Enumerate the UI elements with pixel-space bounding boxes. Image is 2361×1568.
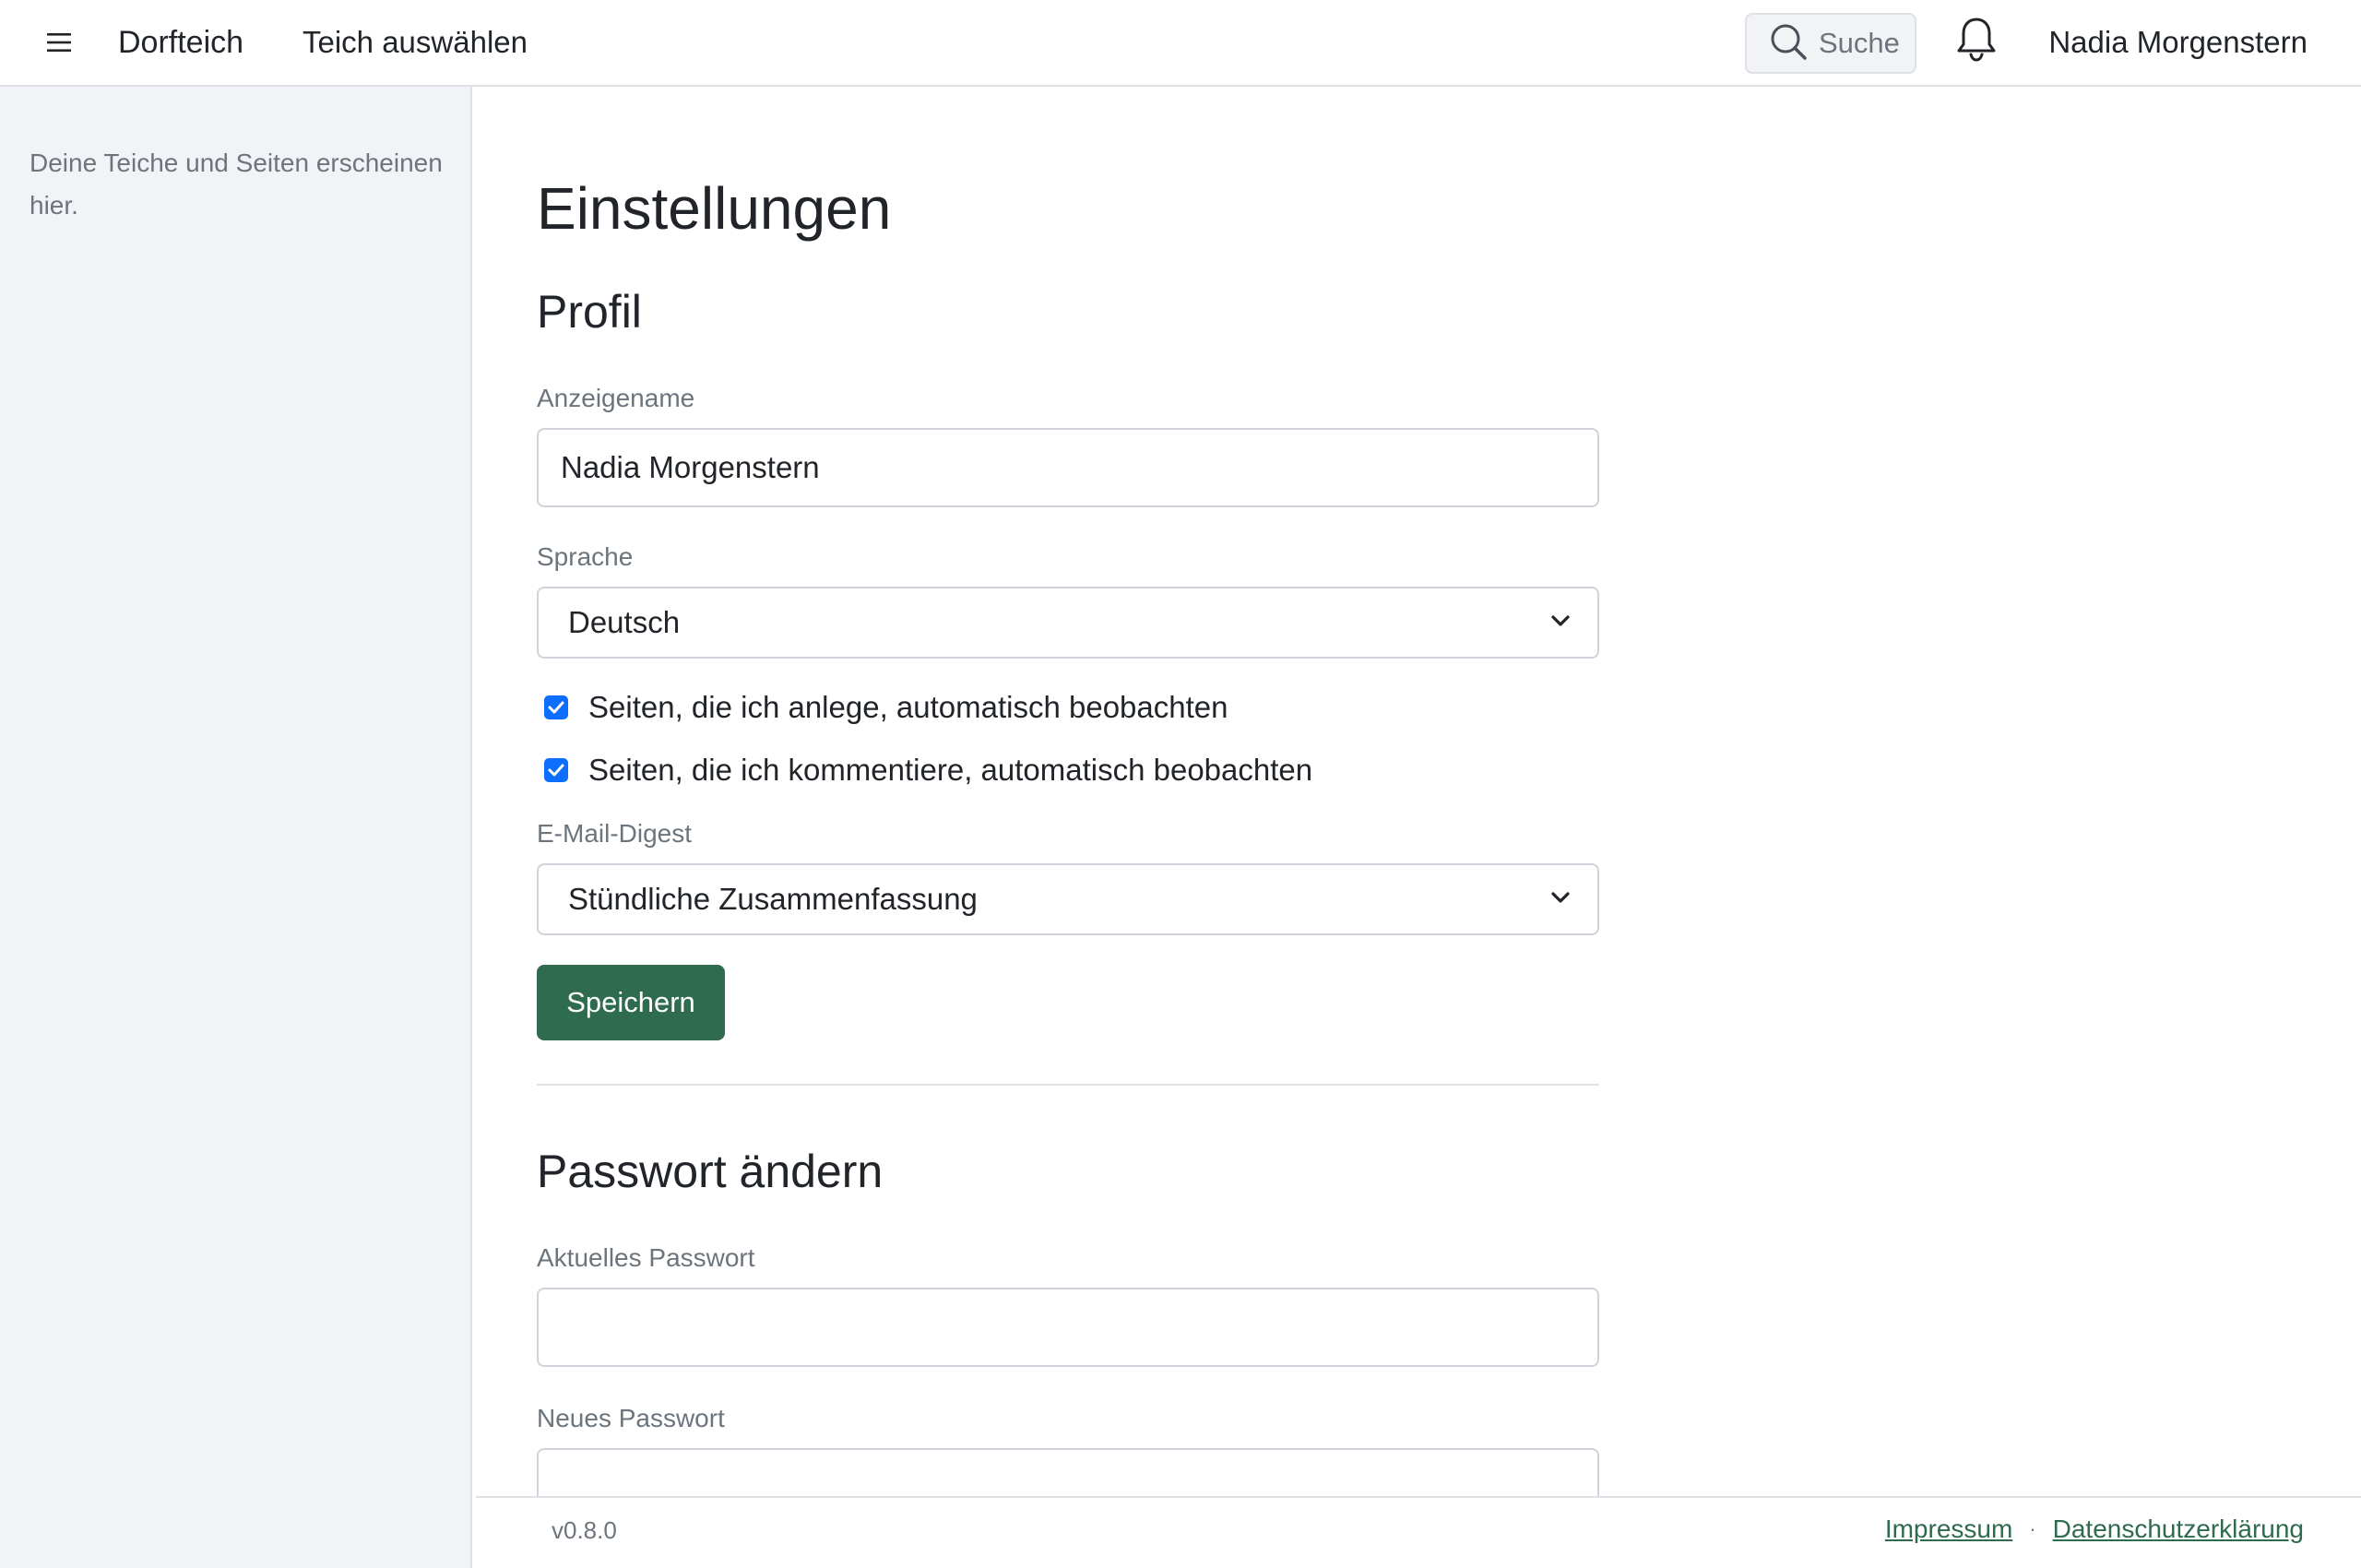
sidebar: Deine Teiche und Seiten erscheinen hier. <box>0 87 472 1568</box>
current-password-input[interactable] <box>537 1288 1599 1367</box>
language-label: Sprache <box>537 542 634 571</box>
search-label: Suche <box>1819 27 1900 59</box>
footer-separator: · <box>2029 1517 2036 1540</box>
language-select[interactable]: Deutsch <box>537 587 1599 659</box>
top-navbar: Dorfteich Teich auswählen Suche Nadia Mo… <box>0 0 2361 87</box>
version-text: v0.8.0 <box>552 1516 617 1544</box>
watch-created-label: Seiten, die ich anlege, automatisch beob… <box>588 690 1228 724</box>
section-divider <box>537 1084 1599 1086</box>
new-password-label: Neues Passwort <box>537 1404 725 1432</box>
language-select-value: Deutsch <box>568 605 681 639</box>
search-button[interactable]: Suche <box>1745 13 1916 74</box>
footer-links: Impressum · Datenschutzerklärung <box>1885 1515 2304 1544</box>
imprint-link[interactable]: Impressum <box>1885 1515 2012 1544</box>
password-section-title: Passwort ändern <box>537 1146 884 1197</box>
watch-commented-checkbox-row[interactable]: Seiten, die ich kommentiere, automatisch… <box>544 753 1312 788</box>
watch-created-checkbox[interactable] <box>544 695 568 719</box>
search-icon <box>1769 22 1808 65</box>
brand-link[interactable]: Dorfteich <box>118 20 243 65</box>
notifications-bell-icon[interactable] <box>1953 13 1999 65</box>
chevron-down-icon <box>1551 891 1570 909</box>
display-name-label: Anzeigename <box>537 384 695 412</box>
display-name-input[interactable] <box>537 428 1599 507</box>
menu-icon[interactable] <box>41 24 77 61</box>
pond-select-link[interactable]: Teich auswählen <box>303 20 528 65</box>
current-password-label: Aktuelles Passwort <box>537 1243 755 1272</box>
email-digest-select[interactable]: Stündliche Zusammenfassung <box>537 863 1599 935</box>
page-title: Einstellungen <box>537 175 892 242</box>
profile-section-title: Profil <box>537 286 642 338</box>
watch-commented-checkbox[interactable] <box>544 758 568 782</box>
email-digest-label: E-Mail-Digest <box>537 819 693 848</box>
chevron-down-icon <box>1551 614 1570 632</box>
footer: v0.8.0 Impressum · Datenschutzerklärung <box>476 1496 2361 1568</box>
sidebar-empty-text: Deine Teiche und Seiten erscheinen hier. <box>30 148 443 220</box>
email-digest-select-value: Stündliche Zusammenfassung <box>568 882 978 916</box>
watch-commented-label: Seiten, die ich kommentiere, automatisch… <box>588 753 1313 787</box>
privacy-link[interactable]: Datenschutzerklärung <box>2053 1515 2304 1544</box>
user-menu[interactable]: Nadia Morgenstern <box>2048 20 2308 65</box>
watch-created-checkbox-row[interactable]: Seiten, die ich anlege, automatisch beob… <box>544 690 1228 725</box>
save-button[interactable]: Speichern <box>537 965 725 1040</box>
